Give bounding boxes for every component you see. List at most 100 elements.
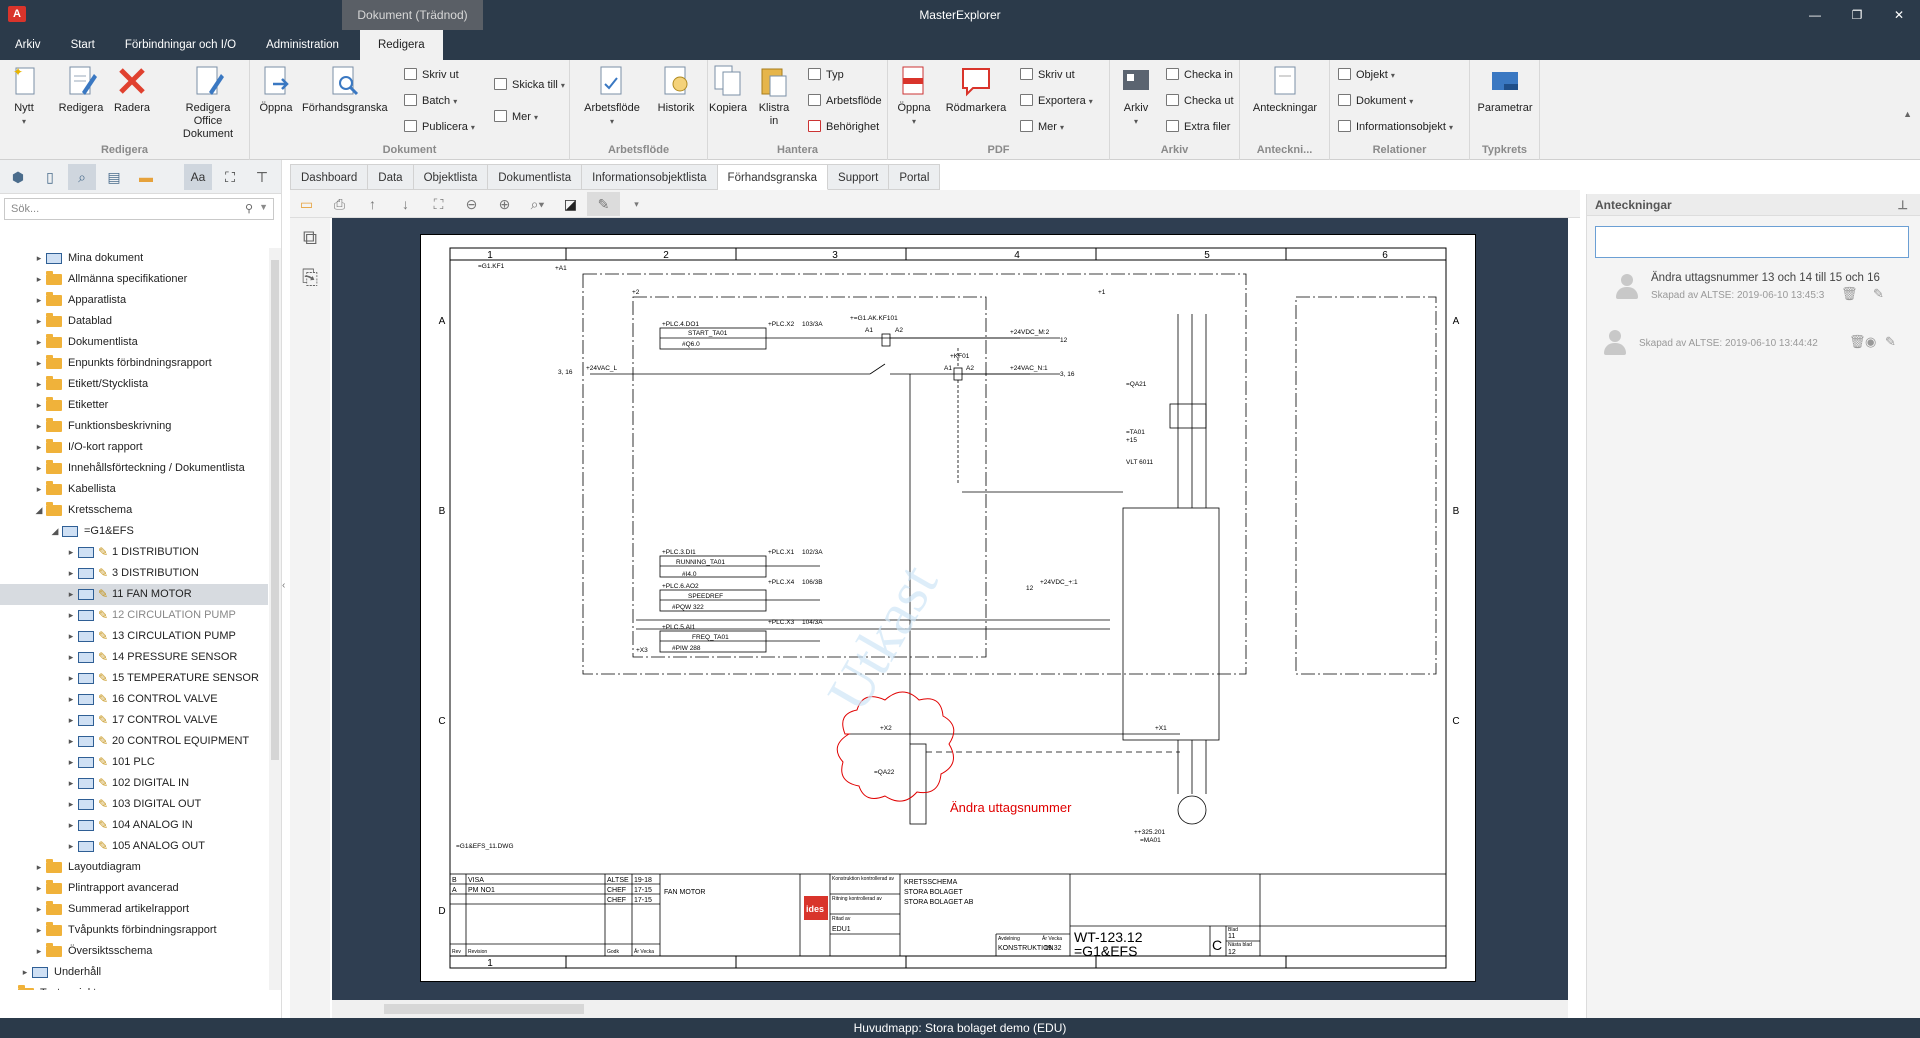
zoom-in-icon[interactable]: ⊕ (488, 192, 521, 216)
tree-item[interactable]: ▸ Etiketter (0, 395, 268, 416)
collapsed-arrow-icon[interactable]: ▸ (66, 668, 76, 689)
collapsed-arrow-icon[interactable]: ▸ (34, 458, 44, 479)
collapsed-arrow-icon[interactable]: ▸ (34, 878, 44, 899)
collapsed-arrow-icon[interactable]: ▸ (66, 542, 76, 563)
collapsed-arrow-icon[interactable]: ▸ (66, 794, 76, 815)
minimize-button[interactable]: — (1794, 0, 1836, 30)
tree-item[interactable]: ▸ Summerad artikelrapport (0, 899, 268, 920)
doc-list-icon[interactable]: ▤ (100, 164, 128, 190)
collapsed-arrow-icon[interactable]: ▸ (34, 353, 44, 374)
paste-button[interactable]: Klistra in (754, 64, 794, 128)
collapsed-arrow-icon[interactable]: ▸ (66, 605, 76, 626)
tab-data[interactable]: Data (368, 164, 414, 190)
chevron-down-icon[interactable]: ▼ (259, 202, 268, 212)
tree-item[interactable]: ▸ Layoutdiagram (0, 857, 268, 878)
cube-icon[interactable]: ⬢ (4, 164, 32, 190)
expanded-arrow-icon[interactable]: ◢ (50, 521, 60, 542)
tree-item[interactable]: ▸ ✎ 11 FAN MOTOR (0, 584, 268, 605)
zoom-menu-icon[interactable]: ⌕▾ (521, 192, 554, 216)
tree-item[interactable]: ▸ Funktionsbeskrivning (0, 416, 268, 437)
collapsed-arrow-icon[interactable]: ▸ (34, 899, 44, 920)
font-case-icon[interactable]: Aa (184, 163, 212, 190)
tree-item[interactable]: ▸ ✎ 16 CONTROL VALVE (0, 689, 268, 710)
collapsed-arrow-icon[interactable]: ▸ (34, 395, 44, 416)
arrow-up-icon[interactable]: ↑ (356, 192, 389, 216)
tree-item[interactable]: ▸ ✎ 1 DISTRIBUTION (0, 542, 268, 563)
menu-start[interactable]: Start (56, 30, 110, 60)
tree-item[interactable]: ▸ Kabellista (0, 479, 268, 500)
binoculars-icon[interactable]: ⛶ (216, 164, 244, 190)
doc-search-icon[interactable]: ⌕ (68, 163, 96, 190)
tree-item[interactable]: ▸ ✎ 102 DIGITAL IN (0, 773, 268, 794)
open-button[interactable]: Öppna (254, 64, 298, 115)
collapsed-arrow-icon[interactable]: ▸ (66, 584, 76, 605)
edit-pencil-icon[interactable]: ✎ (1885, 334, 1896, 350)
tree-item[interactable]: ▸ Innehållsförteckning / Dokumentlista (0, 458, 268, 479)
workflow-button[interactable]: Arbetsflöde ▾ (584, 64, 640, 128)
batch-button[interactable]: Batch ▾ (404, 94, 457, 107)
collapsed-arrow-icon[interactable]: ▸ (34, 311, 44, 332)
tree-item[interactable]: ▸ ✎ 15 TEMPERATURE SENSOR (0, 668, 268, 689)
tree-item[interactable]: ▸ I/O-kort rapport (0, 437, 268, 458)
relation-document-button[interactable]: Dokument ▾ (1338, 94, 1413, 107)
pdf-open-button[interactable]: Öppna ▾ (894, 64, 934, 128)
extra-files-button[interactable]: Extra filer (1166, 120, 1230, 133)
collapsed-arrow-icon[interactable]: ▸ (34, 857, 44, 878)
tree-item[interactable]: ▸ ✎ 101 PLC (0, 752, 268, 773)
tree-item[interactable]: ▸ ✎ 12 CIRCULATION PUMP (0, 605, 268, 626)
collapsed-arrow-icon[interactable]: ▸ (34, 332, 44, 353)
print-icon[interactable]: ⎙ (323, 192, 356, 216)
copy-button[interactable]: Kopiera (708, 64, 748, 115)
tree-item[interactable]: ▸ ✎ 17 CONTROL VALVE (0, 710, 268, 731)
menu-administration[interactable]: Administration (251, 30, 354, 60)
expanded-arrow-icon[interactable]: ◢ (34, 500, 44, 521)
tree-item[interactable]: ▸ Test projekt (0, 983, 268, 990)
close-button[interactable]: ✕ (1878, 0, 1920, 30)
annotation-item[interactable]: Skapad av ALTSE: 2019-06-10 13:44:42 🗑 ◉… (1587, 318, 1920, 378)
export-button[interactable]: Exportera ▾ (1020, 94, 1093, 107)
collapsed-arrow-icon[interactable]: ▸ (34, 374, 44, 395)
pdf-more-button[interactable]: Mer ▾ (1020, 120, 1064, 133)
collapsed-arrow-icon[interactable]: ▸ (34, 416, 44, 437)
tree-item[interactable]: ▸ ✎ 3 DISTRIBUTION (0, 563, 268, 584)
markup-pen-icon[interactable]: ✎ (587, 191, 620, 216)
collapsed-arrow-icon[interactable]: ▸ (66, 689, 76, 710)
tree-item[interactable]: ▸ ✎ 13 CIRCULATION PUMP (0, 626, 268, 647)
collapsed-arrow-icon[interactable]: ▸ (20, 962, 30, 983)
trash-icon[interactable]: 🗑 (1849, 334, 1866, 350)
tree-item[interactable]: ▸ Mina dokument (0, 248, 268, 269)
redline-button[interactable]: Rödmarkera (944, 64, 1008, 115)
pdf-print-button[interactable]: Skriv ut (1020, 68, 1075, 81)
send-to-button[interactable]: Skicka till ▾ (494, 78, 565, 91)
print-button[interactable]: Skriv ut (404, 68, 459, 81)
ribbon-collapse-icon[interactable]: ▲ (1903, 109, 1912, 119)
edit-button[interactable]: Redigera (56, 64, 106, 115)
tree-item[interactable]: ▸ ✎ 103 DIGITAL OUT (0, 794, 268, 815)
tree-item[interactable]: ▸ ✎ 20 CONTROL EQUIPMENT (0, 731, 268, 752)
preview-canvas[interactable]: 1 2 3 4 5 6 1 A B C D A B C =G1.KF1 +A1 … (332, 218, 1568, 1018)
restore-button[interactable]: ❐ (1836, 0, 1878, 30)
collapsed-arrow-icon[interactable]: ▸ (66, 752, 76, 773)
tree-item[interactable]: ▸ Enpunkts förbindningsrapport (0, 353, 268, 374)
edit-pencil-icon[interactable]: ✎ (1873, 286, 1884, 302)
collapsed-arrow-icon[interactable]: ▸ (66, 836, 76, 857)
permission-button[interactable]: Behörighet (808, 120, 879, 133)
collapsed-arrow-icon[interactable]: ▸ (34, 437, 44, 458)
tab-objektlista[interactable]: Objektlista (413, 164, 489, 190)
tree-scrollbar[interactable] (269, 248, 281, 990)
zoom-out-icon[interactable]: ⊖ (455, 192, 488, 216)
collapsed-arrow-icon[interactable]: ▸ (66, 773, 76, 794)
tab-dashboard[interactable]: Dashboard (290, 164, 369, 190)
contrast-icon[interactable]: ◪ (554, 192, 587, 216)
collapsed-arrow-icon[interactable]: ▸ (66, 731, 76, 752)
collapsed-arrow-icon[interactable]: ▸ (6, 983, 16, 990)
collapsed-arrow-icon[interactable]: ▸ (34, 269, 44, 290)
eye-icon[interactable]: ◉ (1865, 334, 1876, 350)
collapsed-arrow-icon[interactable]: ▸ (34, 290, 44, 311)
menu-arkiv[interactable]: Arkiv (0, 30, 56, 60)
collapsed-arrow-icon[interactable]: ▸ (66, 626, 76, 647)
tree-item[interactable]: ▸ Underhåll (0, 962, 268, 983)
more-doc-button[interactable]: Mer ▾ (494, 110, 538, 123)
attachment-icon[interactable]: ⎘ (290, 258, 330, 298)
collapsed-arrow-icon[interactable]: ▸ (66, 647, 76, 668)
